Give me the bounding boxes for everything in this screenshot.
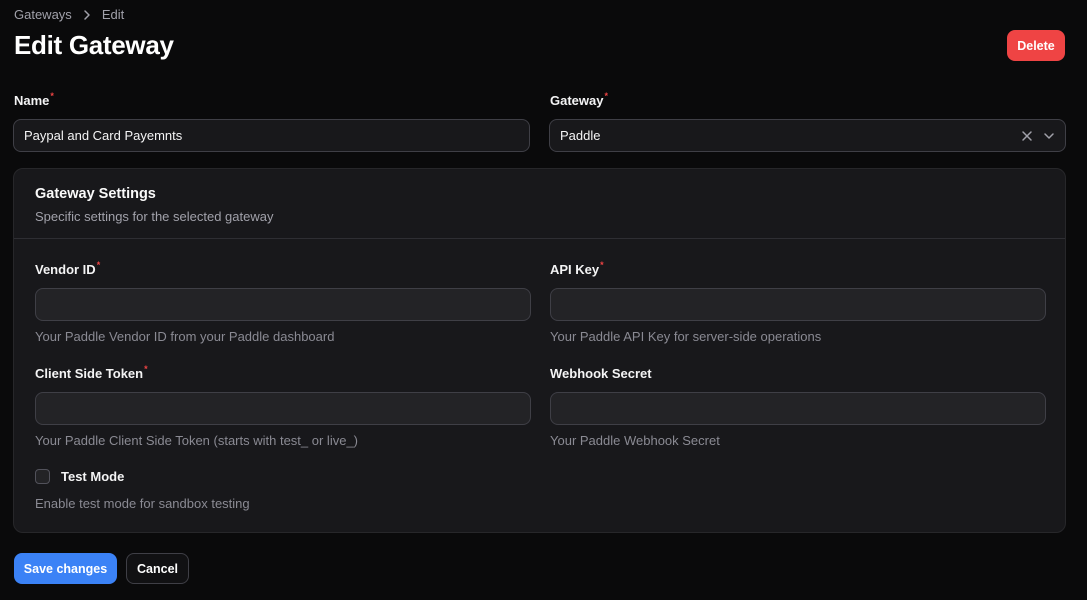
edit-gateway-page: Gateways Edit Edit Gateway Delete Name* …	[0, 0, 1087, 600]
test-mode-row[interactable]: Test Mode	[35, 469, 124, 484]
card-description: Specific settings for the selected gatew…	[35, 209, 274, 224]
webhook-secret-hint: Your Paddle Webhook Secret	[550, 433, 720, 448]
test-mode-checkbox[interactable]	[35, 469, 50, 484]
gateway-select[interactable]: Paddle	[549, 119, 1066, 152]
client-token-label: Client Side Token*	[35, 364, 148, 381]
api-key-hint: Your Paddle API Key for server-side oper…	[550, 329, 822, 344]
vendor-id-label: Vendor ID*	[35, 260, 101, 277]
chevron-down-icon[interactable]	[1043, 130, 1055, 142]
test-mode-hint: Enable test mode for sandbox testing	[35, 496, 250, 511]
card-header: Gateway Settings Specific settings for t…	[14, 169, 1065, 239]
delete-button[interactable]: Delete	[1007, 30, 1065, 61]
breadcrumb: Gateways Edit	[14, 7, 124, 22]
api-key-field: API Key* Your Paddle API Key for server-…	[550, 260, 1046, 344]
test-mode-label[interactable]: Test Mode	[61, 469, 124, 484]
save-changes-button[interactable]: Save changes	[14, 553, 117, 584]
gateway-field: Gateway* Paddle	[549, 91, 1066, 152]
webhook-secret-input[interactable]	[550, 392, 1046, 425]
required-marker: *	[50, 91, 54, 101]
close-icon[interactable]	[1021, 130, 1033, 142]
webhook-secret-label: Webhook Secret	[550, 366, 652, 381]
name-field: Name*	[13, 91, 530, 152]
gateway-settings-card: Gateway Settings Specific settings for t…	[13, 168, 1066, 533]
breadcrumb-gateways-link[interactable]: Gateways	[14, 7, 72, 22]
required-marker: *	[144, 364, 148, 374]
api-key-input[interactable]	[550, 288, 1046, 321]
breadcrumb-current: Edit	[101, 7, 125, 22]
webhook-secret-field: Webhook Secret Your Paddle Webhook Secre…	[550, 365, 1046, 448]
vendor-id-input[interactable]	[35, 288, 531, 321]
gateway-label: Gateway*	[550, 91, 608, 108]
client-token-hint: Your Paddle Client Side Token (starts wi…	[35, 433, 359, 448]
client-token-field: Client Side Token* Your Paddle Client Si…	[35, 364, 531, 448]
name-label: Name*	[14, 91, 54, 108]
client-token-input[interactable]	[35, 392, 531, 425]
required-marker: *	[96, 260, 101, 270]
required-marker: *	[600, 260, 604, 270]
chevron-right-icon	[82, 8, 92, 22]
cancel-button[interactable]: Cancel	[126, 553, 189, 584]
vendor-id-hint: Your Paddle Vendor ID from your Paddle d…	[35, 329, 335, 344]
page-title: Edit Gateway	[14, 30, 174, 60]
gateway-selected-value: Paddle	[560, 128, 601, 143]
api-key-label: API Key*	[550, 260, 604, 277]
name-input[interactable]	[13, 119, 530, 152]
required-marker: *	[604, 91, 608, 101]
vendor-id-field: Vendor ID* Your Paddle Vendor ID from yo…	[35, 260, 531, 344]
card-title: Gateway Settings	[35, 186, 156, 202]
